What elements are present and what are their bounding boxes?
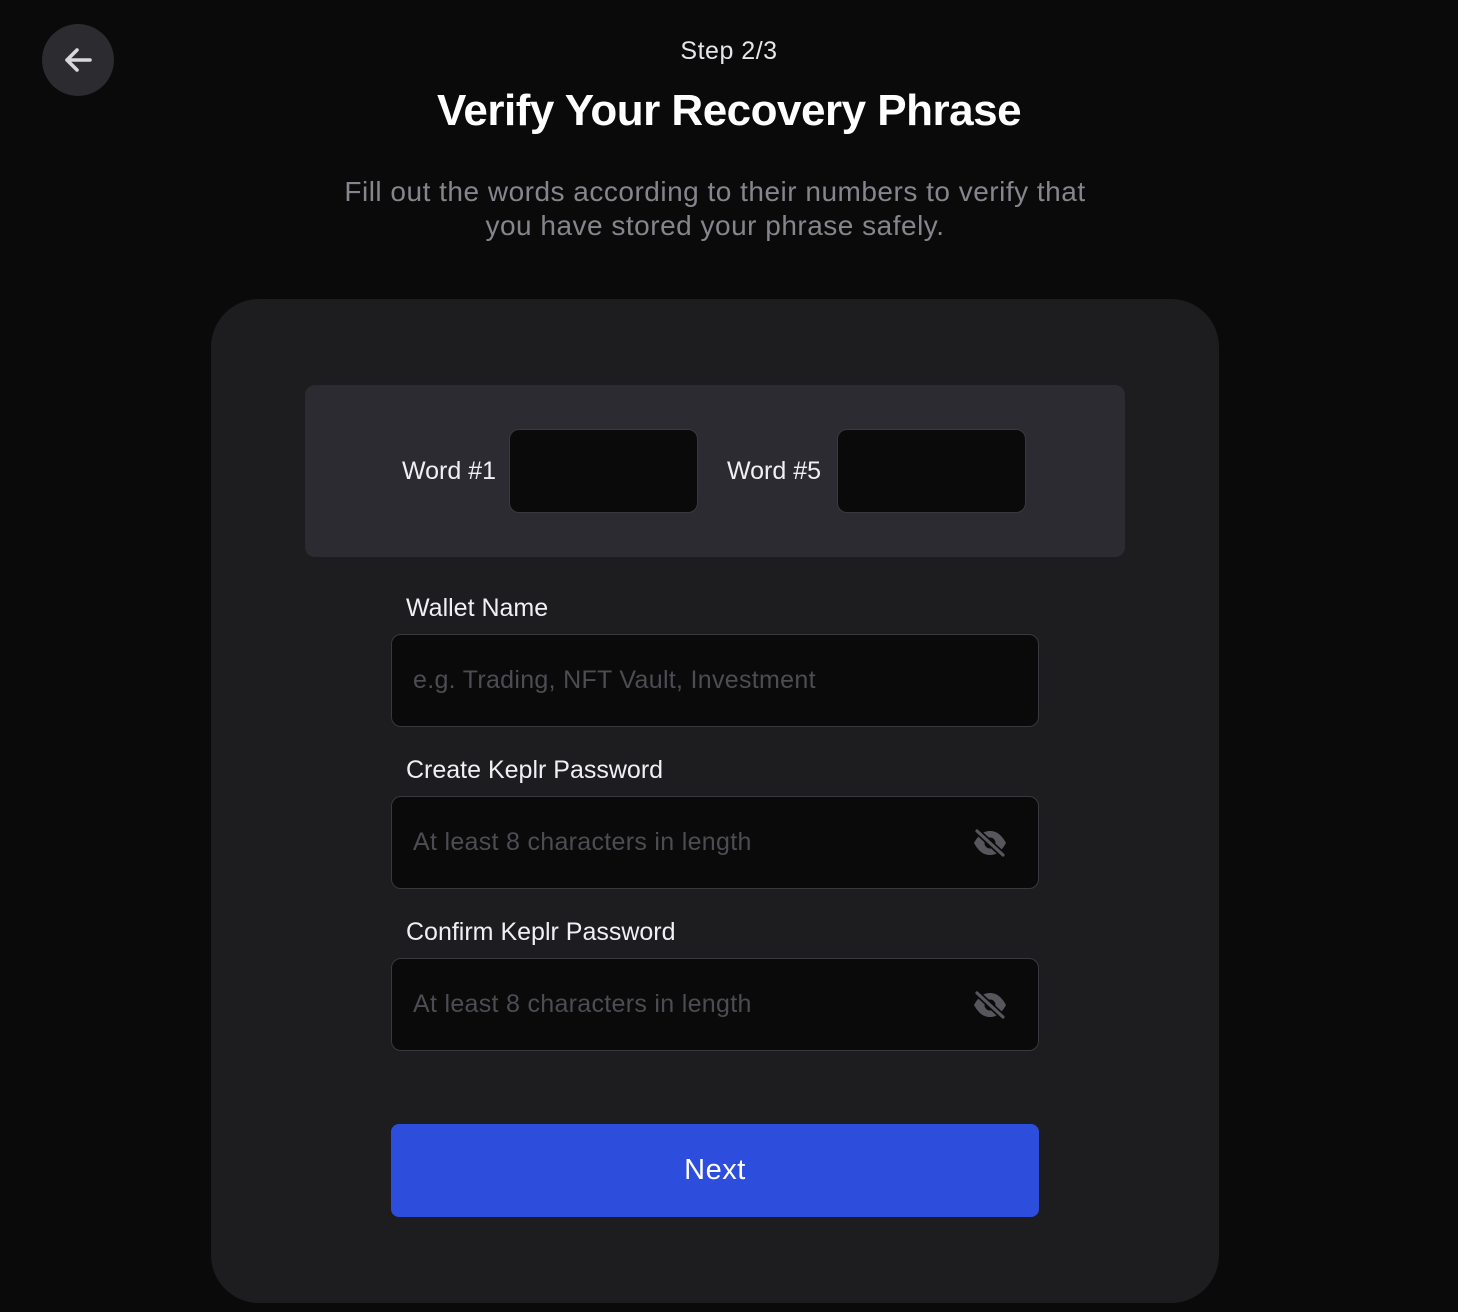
word-1-label: Word #1 [402,457,497,485]
next-button[interactable]: Next [391,1124,1039,1217]
confirm-password-field [391,958,1039,1051]
word-1-input[interactable] [509,429,698,513]
password-visibility-toggle[interactable] [972,826,1008,860]
wallet-name-label: Wallet Name [406,594,549,622]
confirm-password-input[interactable] [392,959,1038,1050]
confirm-password-label: Confirm Keplr Password [406,918,676,946]
wallet-name-field [391,634,1039,727]
verify-words-panel: Word #1 Word #5 [305,385,1125,557]
eye-slash-icon [973,990,1007,1020]
page-subtitle: Fill out the words according to their nu… [300,175,1130,243]
word-5-input[interactable] [837,429,1026,513]
password-label: Create Keplr Password [406,756,664,784]
wallet-name-input[interactable] [392,635,1038,726]
form-card: Word #1 Word #5 Wallet Name Create Keplr… [211,299,1219,1303]
word-5-label: Word #5 [727,457,822,485]
password-field [391,796,1039,889]
eye-slash-icon [973,828,1007,858]
subtitle-line-2: you have stored your phrase safely. [485,210,945,241]
confirm-password-visibility-toggle[interactable] [972,988,1008,1022]
page-title: Verify Your Recovery Phrase [436,86,1022,135]
subtitle-line-1: Fill out the words according to their nu… [344,176,1086,207]
step-indicator: Step 2/3 [680,37,778,65]
password-input[interactable] [392,797,1038,888]
